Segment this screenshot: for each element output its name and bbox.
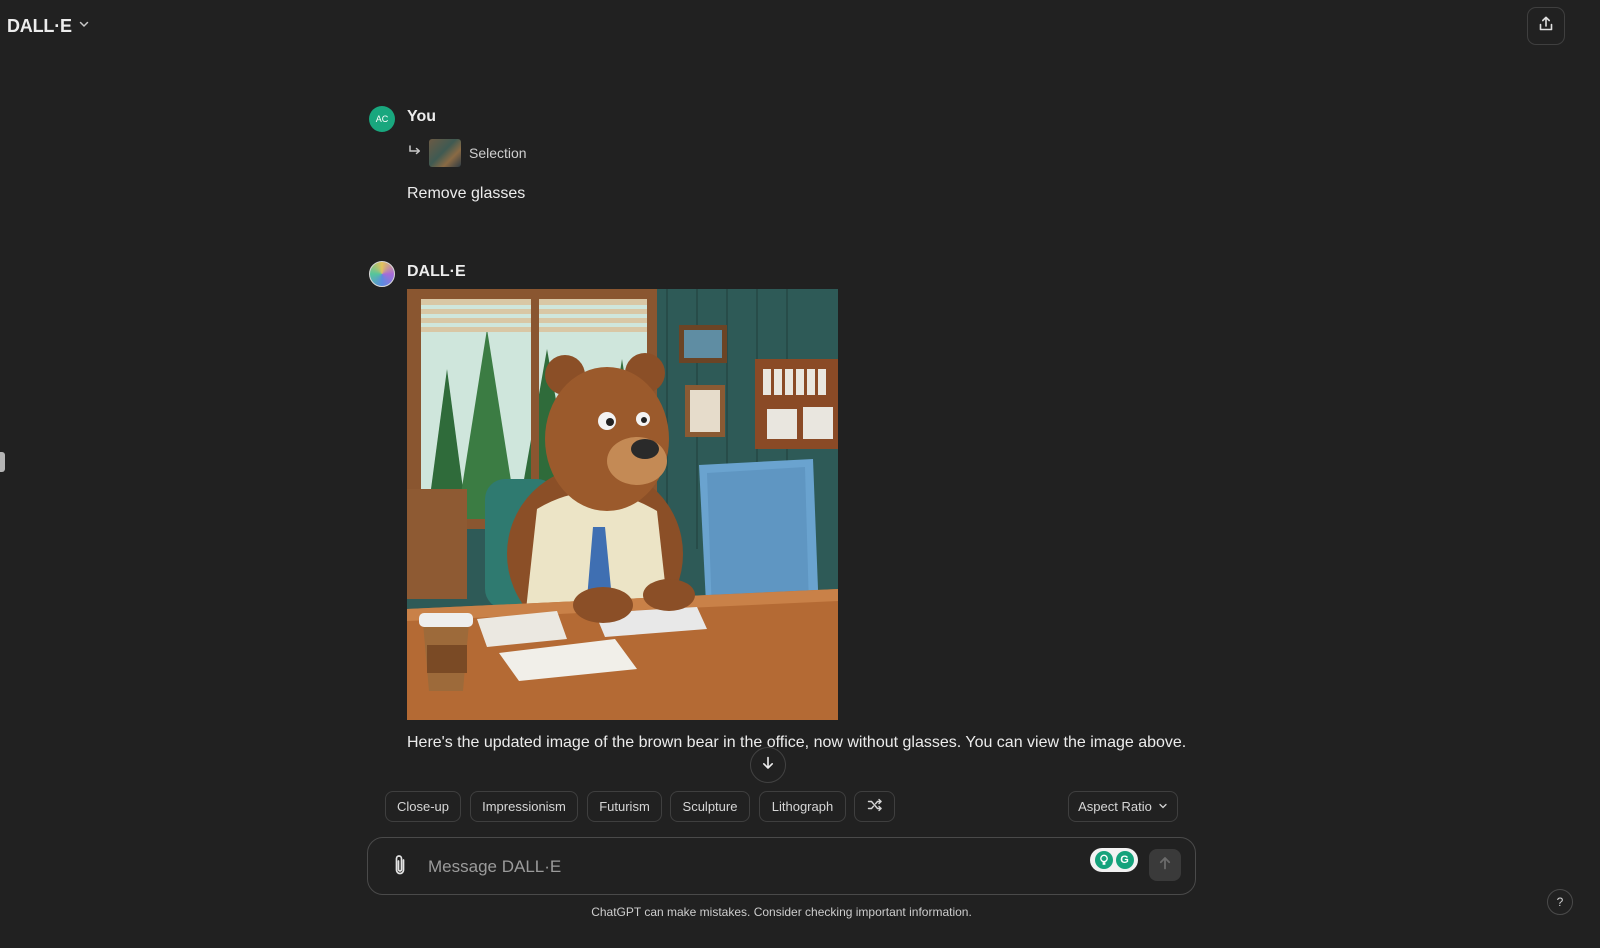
share-icon	[1537, 15, 1555, 38]
chip-close-up[interactable]: Close-up	[385, 791, 461, 822]
paperclip-icon	[390, 853, 410, 882]
message-composer: G	[367, 837, 1196, 895]
message-author: DALL·E	[407, 263, 466, 280]
avatar: AC	[369, 106, 395, 132]
model-name: DALL·E	[7, 15, 72, 36]
user-message-text: Remove glasses	[407, 185, 526, 202]
chip-lithograph[interactable]: Lithograph	[759, 791, 846, 822]
style-chip-bar: Close-up Impressionism Futurism Sculptur…	[385, 791, 1178, 822]
chip-impressionism[interactable]: Impressionism	[470, 791, 578, 822]
help-button[interactable]: ?	[1547, 889, 1573, 915]
message-author: You	[407, 108, 437, 125]
shuffle-icon	[867, 798, 883, 815]
aspect-ratio-dropdown[interactable]: Aspect Ratio	[1068, 791, 1178, 822]
chevron-down-icon	[1158, 799, 1168, 814]
chip-futurism[interactable]: Futurism	[587, 791, 662, 822]
dalle-avatar	[369, 261, 395, 287]
attach-button[interactable]	[388, 854, 412, 880]
grammarly-bulb-icon	[1094, 851, 1113, 869]
arrow-up-icon	[1157, 855, 1173, 876]
generated-image[interactable]	[407, 289, 838, 720]
aspect-ratio-label: Aspect Ratio	[1078, 799, 1152, 814]
selection-reference[interactable]: Selection	[407, 139, 527, 167]
share-button[interactable]	[1527, 7, 1565, 45]
disclaimer-text: ChatGPT can make mistakes. Consider chec…	[591, 905, 972, 919]
selection-label: Selection	[469, 145, 527, 161]
reply-arrow-icon	[407, 144, 423, 163]
chip-sculpture[interactable]: Sculpture	[670, 791, 750, 822]
send-button[interactable]	[1149, 849, 1181, 881]
top-bar: DALL·E	[0, 0, 1600, 52]
model-picker[interactable]: DALL·E	[7, 13, 90, 39]
scroll-to-bottom-button[interactable]	[750, 747, 786, 783]
shuffle-styles-button[interactable]	[854, 791, 895, 822]
grammarly-g-icon: G	[1115, 851, 1134, 869]
grammarly-widget[interactable]: G	[1090, 848, 1138, 872]
message-input[interactable]	[428, 852, 1068, 882]
sidebar-toggle-handle[interactable]	[0, 452, 5, 472]
assistant-message-text: Here's the updated image of the brown be…	[407, 734, 1187, 751]
arrow-down-icon	[760, 755, 776, 776]
bear-office-illustration	[407, 289, 838, 720]
chevron-down-icon	[78, 17, 90, 35]
selection-thumbnail	[429, 139, 461, 167]
